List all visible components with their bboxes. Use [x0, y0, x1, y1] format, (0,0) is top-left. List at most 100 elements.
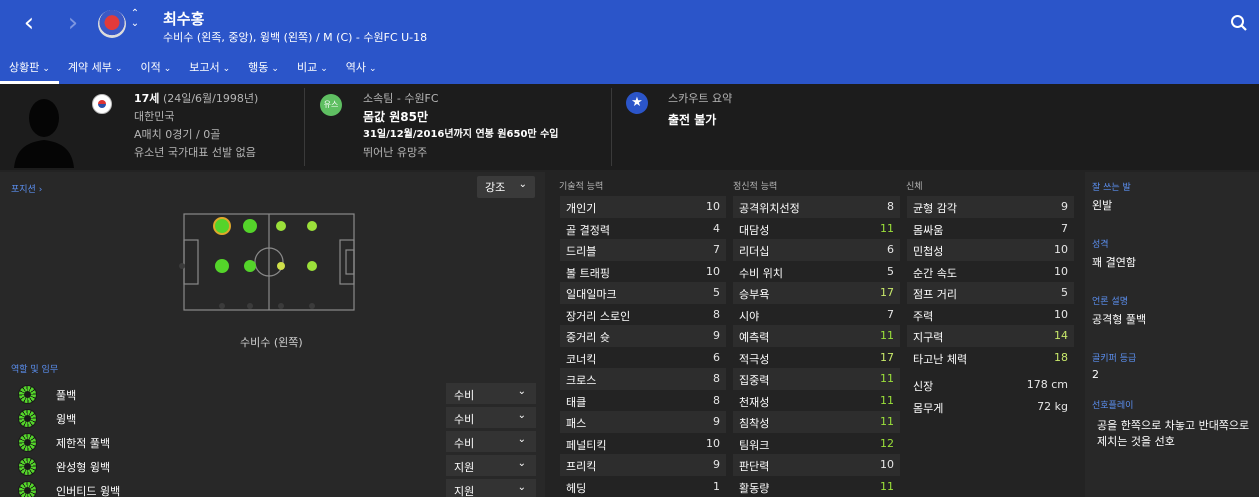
- preferred-moves-value: 공을 한쪽으로 차놓고 반대쪽으로 제치는 것을 선호: [1097, 419, 1250, 448]
- tab-reports[interactable]: 보고서 ⌄: [180, 56, 239, 84]
- attribute-name: 천재성: [739, 395, 770, 409]
- attribute-name: 지구력: [913, 331, 944, 344]
- attribute-name: 드리블: [566, 245, 597, 258]
- attribute-name: 적극성: [739, 352, 770, 366]
- attribute-row: 페널티킥 10: [560, 433, 726, 455]
- emphasis-dropdown[interactable]: 강조 ⌄: [477, 176, 535, 198]
- tab-history[interactable]: 역사 ⌄: [337, 56, 386, 84]
- attribute-row: 예측력 11: [733, 325, 900, 347]
- back-button[interactable]: ‹: [16, 10, 42, 38]
- player-value: 몸값 원85만: [363, 110, 429, 124]
- positions-link[interactable]: 포지션 ›: [11, 182, 42, 195]
- chevron-down-icon: ⌄: [518, 179, 527, 190]
- preferred-foot-label: 잘 쓰는 발: [1092, 183, 1131, 193]
- tab-actions[interactable]: 행동 ⌄: [239, 56, 288, 84]
- attribute-row: 개인기 10: [560, 196, 726, 218]
- attribute-name: 개인기: [566, 202, 597, 215]
- tab-contract[interactable]: 계약 세부 ⌄: [59, 56, 132, 84]
- attribute-value: 9: [713, 415, 720, 428]
- international-caps: A매치 0경기 / 0골: [134, 128, 221, 141]
- duty-dropdown[interactable]: 수비 ⌄: [446, 407, 536, 428]
- media-description-value: 공격형 풀백: [1092, 313, 1147, 326]
- role-name: 풀백: [56, 389, 77, 402]
- attribute-value: 17: [880, 350, 894, 364]
- divider: [611, 88, 612, 166]
- player-status: 뛰어난 유망주: [363, 146, 428, 159]
- youth-caps: 유소년 국가대표 선발 없음: [134, 146, 256, 159]
- attribute-row: 골 결정력 4: [560, 218, 726, 240]
- attribute-value: 10: [880, 458, 894, 471]
- role-row[interactable]: 제한적 풀백 수비 ⌄: [0, 430, 545, 454]
- age: 17세: [134, 92, 160, 105]
- attribute-value: 5: [1061, 286, 1068, 299]
- attribute-row: 몸싸움 7: [907, 218, 1074, 240]
- attribute-value: 10: [1054, 243, 1068, 256]
- attribute-row: 수비 위치 5: [733, 261, 900, 283]
- club-switch-chevrons-icon[interactable]: ⌃ ⌄: [129, 9, 141, 29]
- attribute-row: 공격위치선정 8: [733, 196, 900, 218]
- club-team[interactable]: 소속팀 - 수원FC: [363, 90, 559, 108]
- duty-dropdown[interactable]: 수비 ⌄: [446, 431, 536, 452]
- attribute-row: 지구력 14: [907, 325, 1074, 347]
- attribute-value: 6: [887, 243, 894, 256]
- physical-header: 신체: [906, 182, 923, 192]
- attribute-name: 판단력: [739, 460, 770, 473]
- tab-transfer[interactable]: 이적 ⌄: [131, 56, 180, 84]
- attribute-name: 예측력: [739, 331, 770, 344]
- attribute-row: 리더십 6: [733, 239, 900, 261]
- attribute-row: 적극성 17: [733, 347, 900, 369]
- attribute-name: 집중력: [739, 374, 770, 387]
- attribute-name: 리더십: [739, 245, 770, 258]
- duty-dropdown[interactable]: 수비 ⌄: [446, 383, 536, 404]
- preferred-moves-label[interactable]: 선호플레이: [1092, 398, 1133, 411]
- chevron-down-icon: ⌄: [517, 386, 526, 397]
- attribute-name: 침착성: [739, 417, 770, 430]
- roles-link[interactable]: 역할 및 임무: [11, 362, 58, 375]
- attribute-row: 침착성 11: [733, 411, 900, 433]
- player-name: 최수홍: [163, 10, 205, 28]
- attribute-name: 코너킥: [566, 352, 597, 366]
- attribute-value: 8: [713, 307, 720, 321]
- duty-dropdown[interactable]: 지원 ⌄: [446, 455, 536, 476]
- attribute-name: 프리킥: [566, 460, 597, 473]
- technical-list: 개인기 10 골 결정력 4 드리블 7 볼 트래핑 10 일대일마크 5 장거리 스로인 8 중거리 …: [560, 196, 726, 497]
- attribute-name: 패스: [566, 417, 587, 430]
- attribute-row: 균형 감각 9: [907, 196, 1074, 218]
- goalkeeper-rating-label: 골키퍼 등급: [1092, 354, 1137, 364]
- attribute-name: 주력: [913, 309, 934, 323]
- role-suitability-icon: [18, 409, 37, 428]
- attribute-value: 6: [713, 350, 720, 364]
- attribute-value: 9: [1061, 200, 1068, 213]
- scout-title: 스카우트 요약: [668, 92, 733, 105]
- goalkeeper-rating-value: 2: [1092, 368, 1099, 381]
- role-row[interactable]: 윙백 수비 ⌄: [0, 406, 545, 430]
- role-row[interactable]: 완성형 윙백 지원 ⌄: [0, 454, 545, 478]
- height-value: 178 cm: [1026, 378, 1068, 391]
- search-icon[interactable]: [1230, 14, 1248, 32]
- tab-bar: 상황판 ⌄ 계약 세부 ⌄ 이적 ⌄ 보고서 ⌄ 행동 ⌄ 비교 ⌄ 역사 ⌄: [0, 56, 386, 84]
- attribute-name: 대담성: [739, 223, 770, 237]
- club-badge-icon[interactable]: [98, 10, 126, 38]
- tab-overview[interactable]: 상황판 ⌄: [0, 56, 59, 84]
- attribute-row: 코너킥 6: [560, 347, 726, 369]
- role-row[interactable]: 인버티드 윙백 지원 ⌄: [0, 478, 545, 497]
- weight-row: 몸무게 72 kg: [907, 396, 1074, 418]
- role-row[interactable]: 풀백 수비 ⌄: [0, 382, 545, 406]
- role-name: 제한적 풀백: [56, 437, 111, 450]
- attribute-value: 9: [713, 458, 720, 471]
- scout-value: 출전 불가: [668, 113, 717, 127]
- forward-button[interactable]: ›: [60, 10, 86, 38]
- attribute-value: 11: [880, 479, 894, 493]
- youth-badge-icon: 유스: [320, 94, 342, 116]
- attribute-row: 집중력 11: [733, 368, 900, 390]
- attribute-value: 10: [1054, 307, 1068, 321]
- attribute-value: 17: [880, 286, 894, 299]
- attribute-row: 주력 10: [907, 304, 1074, 326]
- attribute-row: 크로스 8: [560, 368, 726, 390]
- attribute-name: 골 결정력: [566, 223, 610, 237]
- chevron-down-icon: ⌄: [517, 458, 526, 469]
- tab-compare[interactable]: 비교 ⌄: [288, 56, 337, 84]
- attribute-name: 타고난 체력: [913, 352, 968, 366]
- nationality[interactable]: 대한민국: [134, 108, 258, 126]
- duty-dropdown[interactable]: 지원 ⌄: [446, 479, 536, 497]
